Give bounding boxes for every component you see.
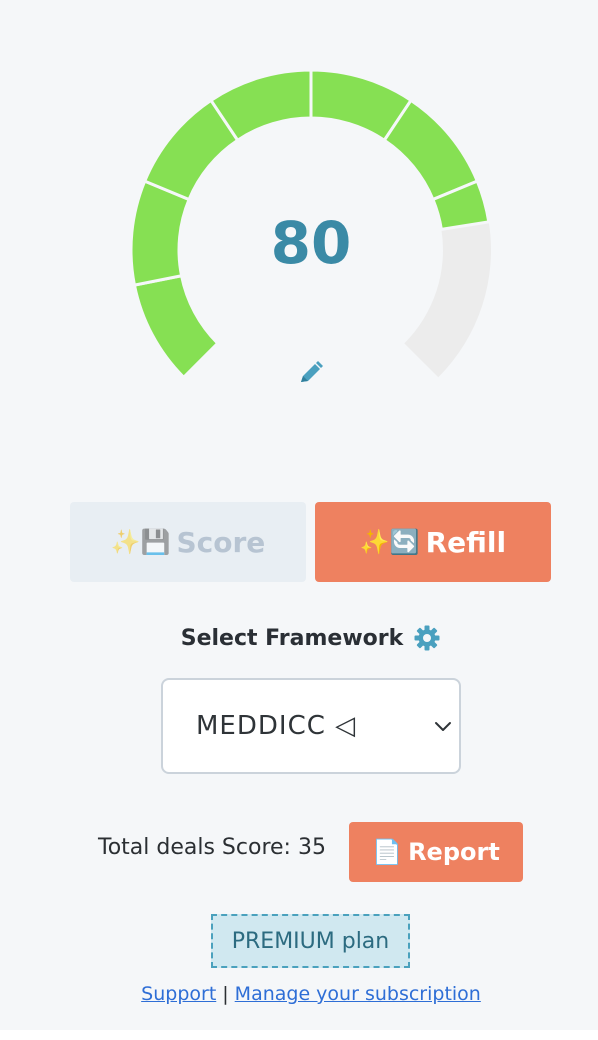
score-value: 80 [270, 209, 352, 277]
report-button-label: Report [408, 838, 500, 866]
gear-icon[interactable] [413, 624, 441, 652]
gauge-filled-segment [132, 273, 220, 380]
footer-links: Support | Manage your subscription [0, 980, 598, 1008]
framework-header: Select Framework [0, 618, 598, 658]
report-button[interactable]: 📄 Report [349, 822, 523, 882]
sparkle-refresh-icon: ✨🔄 [359, 528, 420, 556]
plan-badge: PREMIUM plan [211, 914, 410, 968]
framework-label: Select Framework [180, 625, 404, 651]
document-icon: 📄 [372, 838, 403, 866]
framework-select[interactable]: MEDDICC ◁ [161, 678, 461, 774]
refill-button[interactable]: ✨🔄 Refill [315, 502, 551, 582]
support-link[interactable]: Support [141, 983, 216, 1005]
scoring-panel: 80 ✨💾 Score ✨🔄 Refill Select Framework M… [0, 0, 598, 1030]
score-button[interactable]: ✨💾 Score [70, 502, 306, 582]
pencil-icon[interactable] [296, 358, 326, 388]
refill-button-label: Refill [425, 525, 507, 559]
score-button-label: Score [176, 525, 266, 559]
link-separator: | [222, 983, 229, 1005]
framework-select-value: MEDDICC ◁ [196, 711, 357, 741]
total-deals-score: Total deals Score: 35 [98, 835, 326, 860]
manage-subscription-link[interactable]: Manage your subscription [235, 983, 481, 1005]
chevron-down-icon [435, 722, 451, 731]
sparkle-floppy-icon: ✨💾 [110, 528, 171, 556]
